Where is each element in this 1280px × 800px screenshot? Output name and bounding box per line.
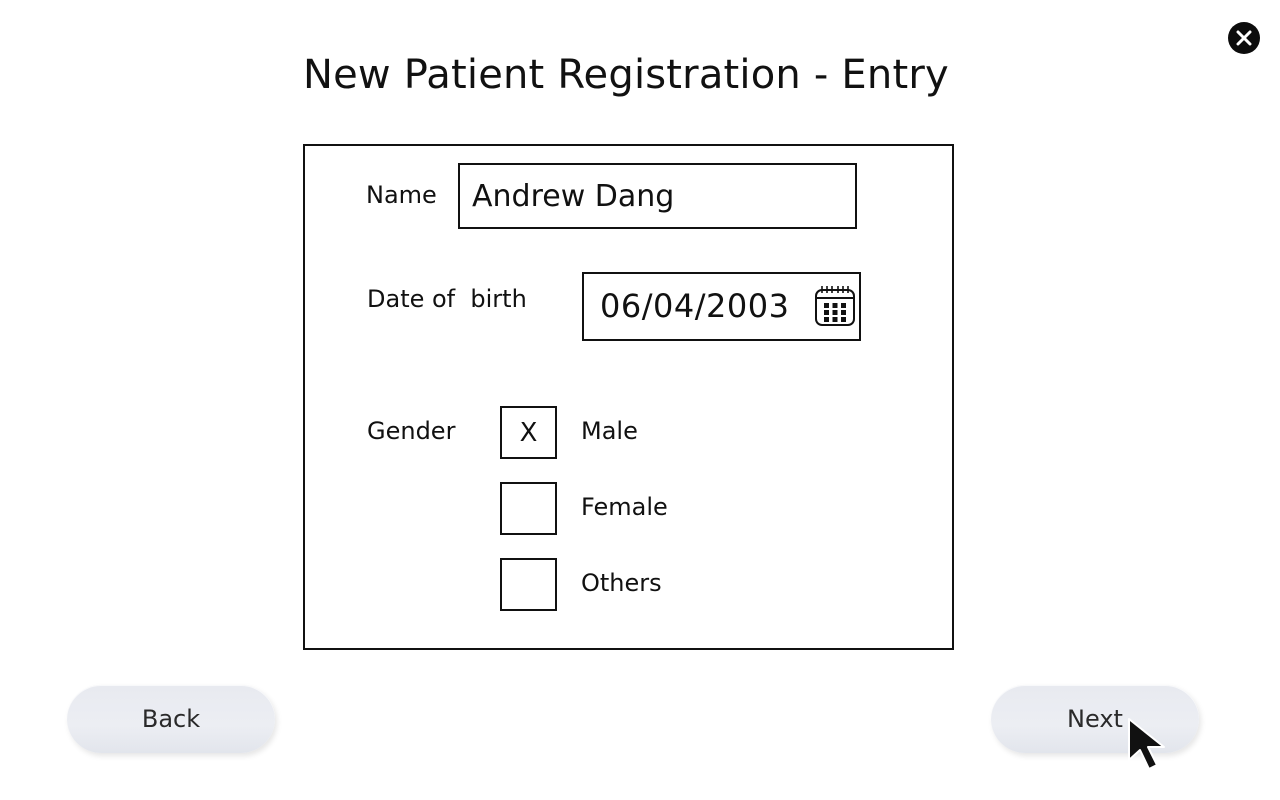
name-input[interactable]: Andrew Dang [458, 163, 857, 229]
gender-male-label: Male [581, 417, 638, 445]
registration-page: New Patient Registration - Entry Name An… [0, 0, 1280, 800]
gender-label: Gender [367, 417, 456, 445]
dob-value: 06/04/2003 [600, 287, 790, 325]
page-title: New Patient Registration - Entry [303, 52, 949, 98]
back-button[interactable]: Back [67, 685, 275, 753]
close-icon [1236, 30, 1252, 46]
dob-label: Date of birth [367, 285, 527, 313]
next-button-label: Next [1067, 705, 1123, 733]
name-label: Name [366, 181, 437, 209]
gender-female-label: Female [581, 493, 668, 521]
checkbox-mark: X [519, 417, 538, 448]
gender-female-checkbox[interactable] [500, 482, 557, 535]
close-button[interactable] [1228, 22, 1260, 54]
next-button[interactable]: Next [991, 685, 1199, 753]
back-button-label: Back [141, 705, 201, 733]
dob-field[interactable]: 06/04/2003 [582, 272, 861, 341]
calendar-icon[interactable] [814, 284, 856, 328]
gender-others-label: Others [581, 569, 662, 597]
gender-male-checkbox[interactable]: X [500, 406, 557, 459]
gender-others-checkbox[interactable] [500, 558, 557, 611]
name-value: Andrew Dang [472, 178, 675, 214]
